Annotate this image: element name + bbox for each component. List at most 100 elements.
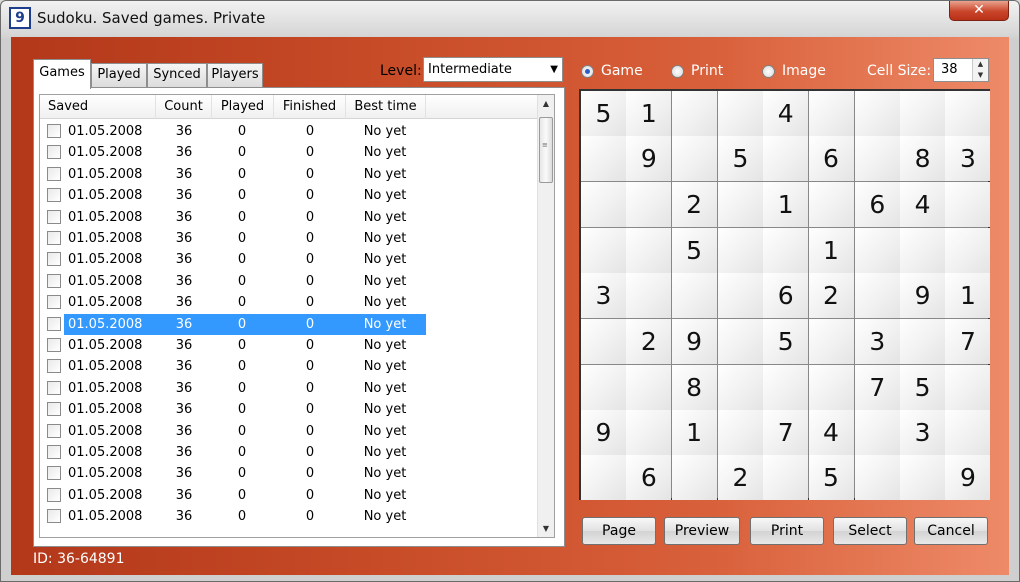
tab-players[interactable]: Players [207, 63, 263, 87]
row-checkbox[interactable] [47, 487, 61, 502]
table-row[interactable]: 01.05.2008 36 0 0 No yet [40, 185, 538, 206]
sudoku-cell[interactable] [671, 91, 717, 136]
table-row[interactable]: 01.05.2008 36 0 0 No yet [40, 207, 538, 228]
table-row[interactable]: 01.05.2008 36 0 0 No yet [40, 421, 538, 442]
sudoku-cell[interactable]: 5 [808, 455, 854, 501]
row-checkbox[interactable] [47, 295, 61, 310]
sudoku-cell[interactable] [808, 181, 854, 227]
header-finished[interactable]: Finished [274, 95, 346, 119]
row-checkbox[interactable] [47, 273, 61, 288]
sudoku-cell[interactable] [763, 455, 809, 501]
table-row[interactable]: 01.05.2008 36 0 0 No yet [40, 399, 538, 420]
sudoku-cell[interactable]: 9 [900, 273, 946, 319]
sudoku-cell[interactable] [945, 364, 991, 410]
sudoku-cell[interactable] [626, 273, 672, 319]
row-checkbox[interactable] [47, 166, 61, 181]
sudoku-cell[interactable] [945, 91, 991, 136]
sudoku-cell[interactable]: 3 [854, 318, 900, 364]
title-bar[interactable]: 9 Sudoku. Saved games. Private ✕ [1, 1, 1019, 37]
sudoku-cell[interactable] [717, 273, 763, 319]
table-row[interactable]: 01.05.2008 36 0 0 No yet [40, 121, 538, 142]
row-checkbox[interactable] [47, 359, 61, 374]
sudoku-cell[interactable]: 9 [581, 410, 626, 456]
row-checkbox[interactable] [47, 445, 61, 459]
cancel-button[interactable]: Cancel [914, 517, 988, 545]
radio-button-icon[interactable] [581, 65, 594, 78]
radio-button-icon[interactable] [762, 65, 775, 78]
sudoku-cell[interactable] [854, 227, 900, 273]
sudoku-cell[interactable] [854, 273, 900, 319]
sudoku-cell[interactable] [808, 318, 854, 364]
table-row[interactable]: 01.05.2008 36 0 0 No yet [40, 442, 538, 463]
sudoku-cell[interactable] [717, 318, 763, 364]
sudoku-cell[interactable] [945, 181, 991, 227]
sudoku-cell[interactable]: 7 [854, 364, 900, 410]
sudoku-cell[interactable] [763, 227, 809, 273]
spin-up-icon[interactable]: ▲ [973, 59, 988, 70]
sudoku-cell[interactable]: 4 [808, 410, 854, 456]
sudoku-cell[interactable] [671, 273, 717, 319]
row-checkbox[interactable] [47, 380, 61, 395]
table-row[interactable]: 01.05.2008 36 0 0 No yet [40, 142, 538, 163]
sudoku-cell[interactable]: 5 [763, 318, 809, 364]
sudoku-cell[interactable]: 7 [945, 318, 991, 364]
sudoku-cell[interactable] [626, 181, 672, 227]
row-checkbox[interactable] [47, 252, 61, 267]
sudoku-cell[interactable]: 3 [900, 410, 946, 456]
scroll-up-arrow-icon[interactable]: ▲ [538, 95, 554, 112]
sudoku-cell[interactable] [945, 227, 991, 273]
sudoku-cell[interactable]: 3 [945, 136, 991, 182]
sudoku-cell[interactable] [717, 410, 763, 456]
sudoku-cell[interactable]: 2 [671, 181, 717, 227]
table-row[interactable]: 01.05.2008 36 0 0 No yet [40, 228, 538, 249]
cell-size-spinner[interactable]: 38 ▲ ▼ [933, 58, 989, 82]
sudoku-cell[interactable] [854, 455, 900, 501]
sudoku-cell[interactable] [900, 455, 946, 501]
sudoku-cell[interactable]: 1 [763, 181, 809, 227]
sudoku-cell[interactable]: 1 [808, 227, 854, 273]
sudoku-cell[interactable]: 9 [626, 136, 672, 182]
sudoku-cell[interactable] [581, 136, 626, 182]
sudoku-cell[interactable]: 8 [900, 136, 946, 182]
sudoku-cell[interactable]: 2 [717, 455, 763, 501]
sudoku-cell[interactable]: 6 [808, 136, 854, 182]
sudoku-cell[interactable] [808, 364, 854, 410]
tab-played[interactable]: Played [91, 63, 147, 87]
sudoku-cell[interactable]: 5 [900, 364, 946, 410]
sudoku-cell[interactable] [854, 410, 900, 456]
sudoku-cell[interactable] [717, 227, 763, 273]
table-row[interactable]: 01.05.2008 36 0 0 No yet [40, 356, 538, 377]
sudoku-cell[interactable]: 3 [581, 273, 626, 319]
row-checkbox[interactable] [47, 316, 61, 331]
sudoku-cell[interactable] [900, 227, 946, 273]
scroll-thumb[interactable] [539, 117, 553, 183]
table-row[interactable]: 01.05.2008 36 0 0 No yet [40, 292, 538, 313]
sudoku-cell[interactable]: 4 [900, 181, 946, 227]
sudoku-cell[interactable]: 9 [945, 455, 991, 501]
sudoku-cell[interactable] [581, 318, 626, 364]
table-row[interactable]: 01.05.2008 36 0 0 No yet [40, 164, 538, 185]
sudoku-cell[interactable]: 6 [626, 455, 672, 501]
sudoku-cell[interactable] [626, 410, 672, 456]
header-count[interactable]: Count [156, 95, 212, 119]
close-button[interactable]: ✕ [949, 1, 1009, 21]
sudoku-cell[interactable] [854, 91, 900, 136]
row-checkbox[interactable] [47, 423, 61, 438]
select-button[interactable]: Select [833, 517, 907, 545]
table-row[interactable]: 01.05.2008 36 0 0 No yet [40, 249, 538, 270]
sudoku-cell[interactable]: 5 [717, 136, 763, 182]
sudoku-cell[interactable]: 4 [763, 91, 809, 136]
header-played[interactable]: Played [212, 95, 274, 119]
sudoku-cell[interactable] [671, 136, 717, 182]
sudoku-cell[interactable]: 8 [671, 364, 717, 410]
spin-down-icon[interactable]: ▼ [973, 70, 988, 81]
row-checkbox[interactable] [47, 145, 61, 160]
table-row[interactable]: 01.05.2008 36 0 0 No yet [40, 506, 538, 527]
row-checkbox[interactable] [47, 209, 61, 224]
saved-games-list[interactable]: Saved Count Played Finished Best time 01… [39, 94, 555, 538]
table-row[interactable]: 01.05.2008 36 0 0 No yet [40, 313, 538, 335]
sudoku-cell[interactable] [717, 91, 763, 136]
sudoku-cell[interactable] [626, 364, 672, 410]
level-dropdown[interactable]: Intermediate ▼ [423, 57, 563, 82]
sudoku-cell[interactable] [717, 181, 763, 227]
